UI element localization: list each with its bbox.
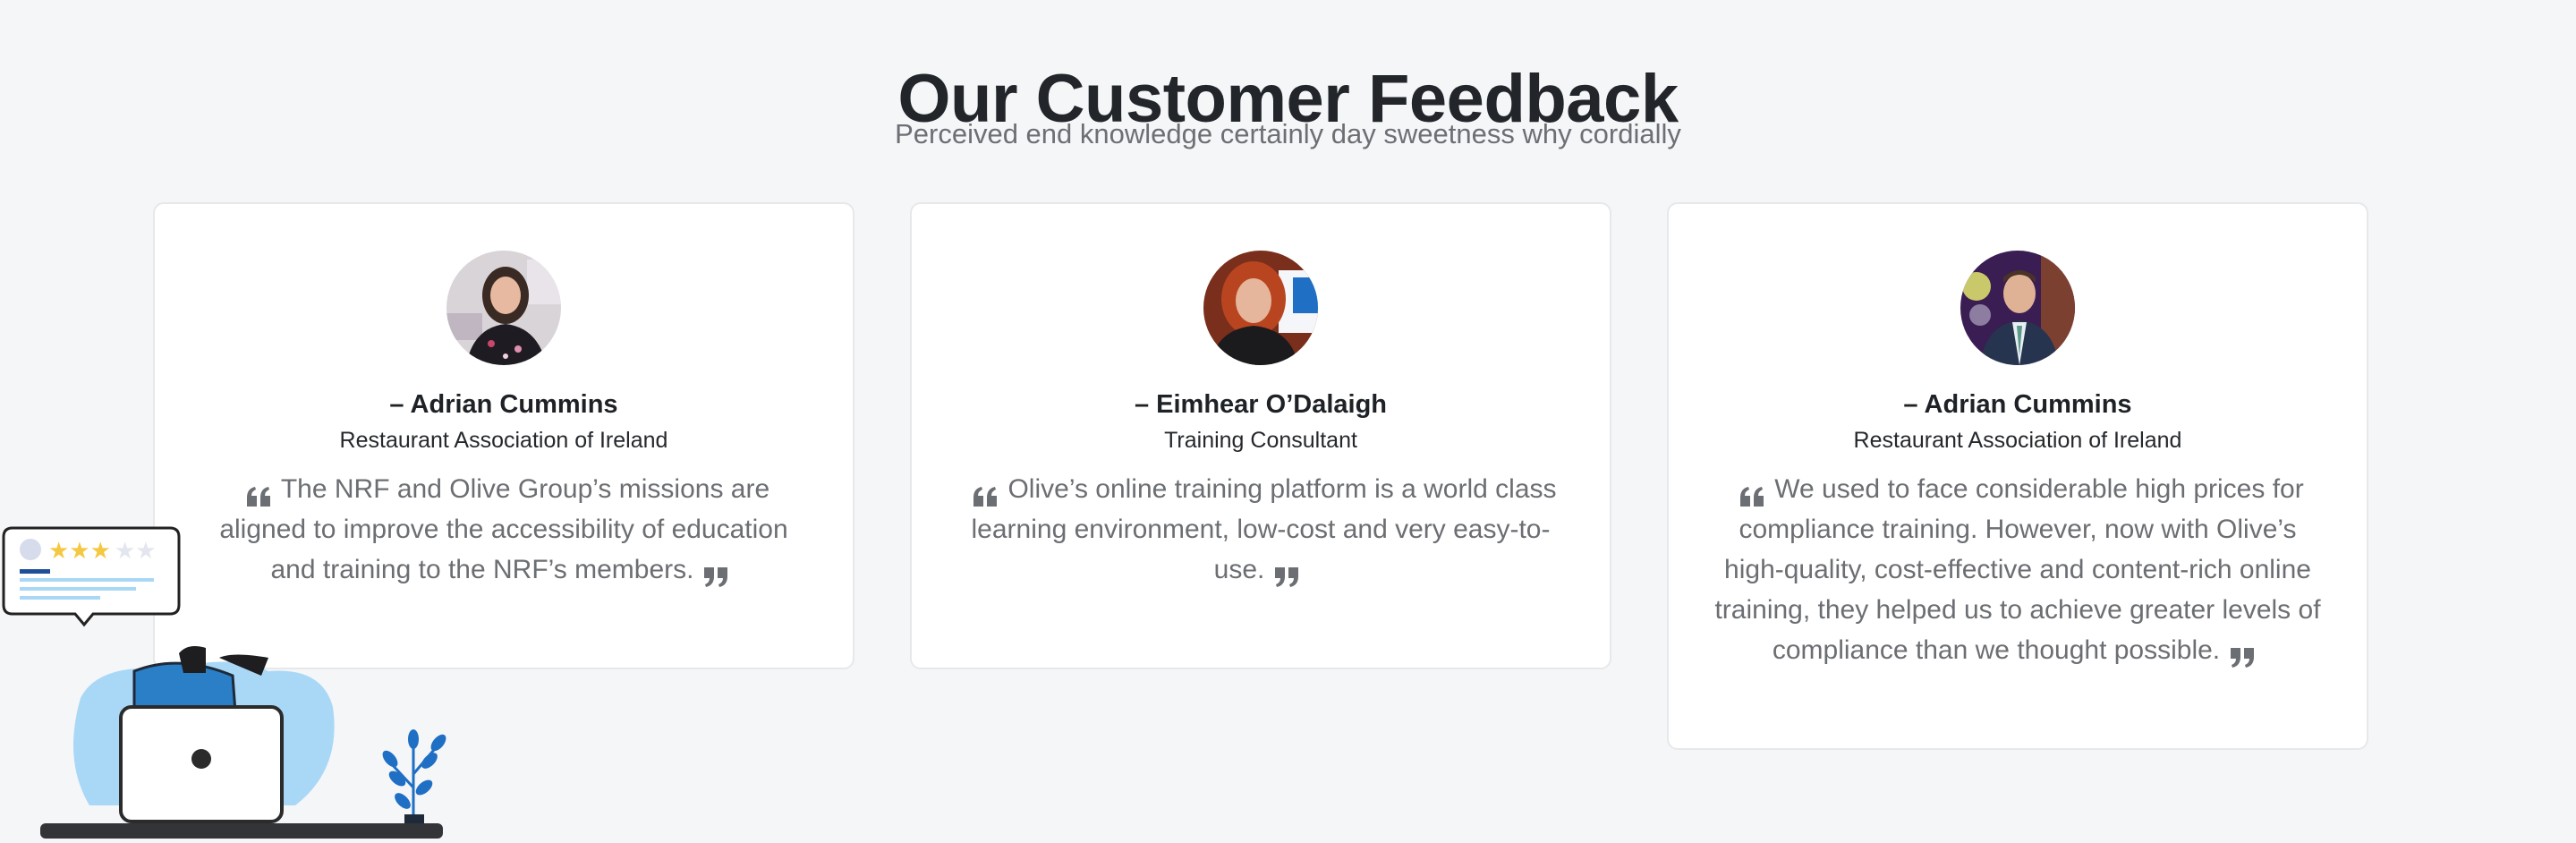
open-quote-icon (246, 478, 272, 507)
testimonial-name: – Eimhear O’Dalaigh (1134, 390, 1388, 419)
testimonial-name: – Adrian Cummins (1903, 390, 2132, 419)
close-quote-icon (702, 558, 728, 588)
plant-icon (382, 729, 446, 827)
testimonial-organization: Training Consultant (1164, 428, 1357, 453)
testimonial-card: – Eimhear O’Dalaigh Training Consultant … (910, 202, 1611, 669)
open-quote-icon (973, 478, 999, 507)
testimonial-quote-text: Olive’s online training platform is a wo… (971, 474, 1557, 584)
testimonial-card: – Adrian Cummins Restaurant Association … (1667, 202, 2368, 750)
avatar (446, 251, 561, 365)
svg-text:★★★: ★★★ (48, 538, 111, 565)
testimonial-organization: Restaurant Association of Ireland (1853, 428, 2182, 453)
close-quote-icon (1273, 558, 1299, 588)
open-quote-icon (1740, 478, 1765, 507)
testimonial-quote-text: We used to face considerable high prices… (1714, 474, 2321, 665)
testimonial-quote: Olive’s online training platform is a wo… (956, 469, 1565, 590)
review-bubble-icon: ★★★ ★★ (2, 526, 181, 627)
close-quote-icon (2229, 639, 2255, 668)
review-illustration: ★★★ ★★ (0, 519, 465, 839)
svg-text:★★: ★★ (115, 538, 157, 565)
avatar (1203, 251, 1318, 365)
testimonial-quote: We used to face considerable high prices… (1713, 469, 2322, 670)
avatar (1960, 251, 2075, 365)
testimonial-name: – Adrian Cummins (389, 390, 618, 419)
testimonial-organization: Restaurant Association of Ireland (339, 428, 668, 453)
section-subtitle: Perceived end knowledge certainly day sw… (895, 118, 1681, 149)
